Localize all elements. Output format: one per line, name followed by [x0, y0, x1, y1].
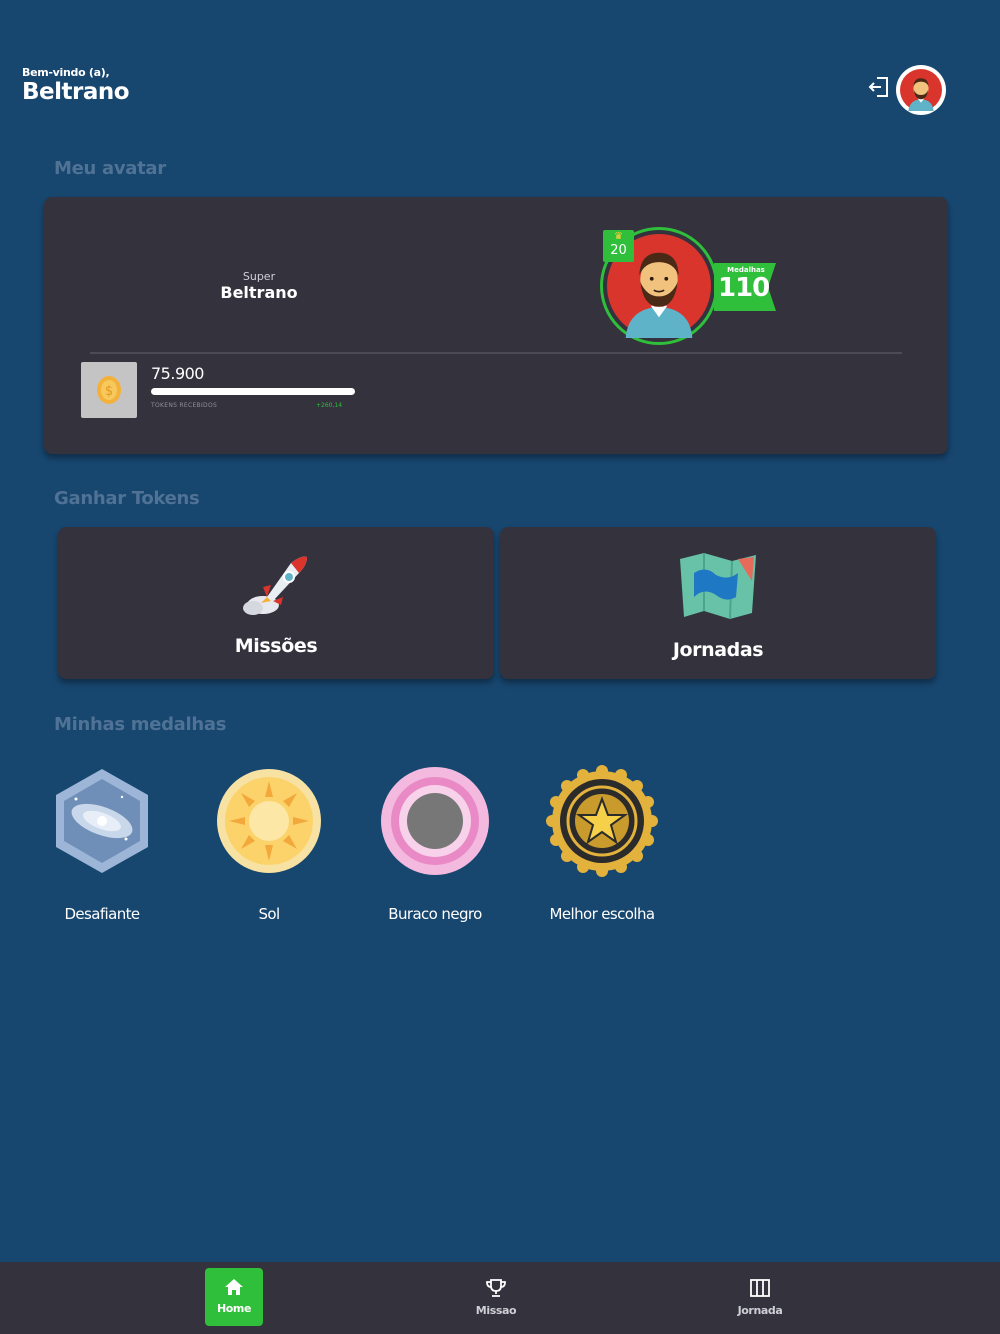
bottom-nav: Home Missao Jornada	[0, 1262, 1000, 1334]
avatar-title-label: Super	[242, 270, 276, 283]
greeting-text: Bem-vindo (a),	[22, 66, 110, 79]
star-medal-icon	[546, 765, 658, 877]
medal-desafiante[interactable]: Desafiante	[37, 765, 167, 923]
avatar-title-block: Super Beltrano	[220, 270, 298, 302]
medals-count-ribbon: Medalhas 110	[714, 263, 776, 313]
svg-text:$: $	[105, 384, 113, 399]
profile-avatar-button[interactable]	[896, 65, 946, 115]
medal-sol[interactable]: Sol	[204, 765, 334, 923]
nav-jornada[interactable]: Jornada	[731, 1268, 789, 1326]
medal-label: Sol	[258, 905, 280, 923]
galaxy-medal-icon	[56, 769, 148, 873]
username-title: Beltrano	[22, 79, 130, 105]
map-icon	[676, 551, 760, 627]
sun-medal-icon	[217, 769, 321, 873]
crown-icon: ♛	[614, 231, 623, 242]
black-hole-medal-icon	[381, 767, 489, 875]
avatar-name: Beltrano	[220, 283, 298, 302]
columns-icon	[750, 1279, 770, 1297]
nav-jornada-label: Jornada	[737, 1304, 783, 1317]
token-coin-box: $	[81, 362, 137, 418]
card-divider	[90, 352, 902, 354]
section-title-avatar: Meu avatar	[54, 158, 166, 179]
coin-icon: $	[97, 376, 121, 404]
level-badge: ♛ 20	[603, 230, 634, 262]
medal-melhor-escolha[interactable]: Melhor escolha	[537, 765, 667, 923]
avatar-card: Super Beltrano ♛ 20 Medalhas 110 $ 75.90…	[44, 197, 948, 454]
avatar-face-icon	[900, 69, 942, 111]
medal-label: Desafiante	[64, 905, 140, 923]
tokens-value: 75.900	[151, 364, 204, 383]
header: Bem-vindo (a), Beltrano	[22, 66, 130, 105]
medals-count: 110	[718, 273, 770, 303]
nav-home[interactable]: Home	[205, 1268, 263, 1326]
section-title-medals: Minhas medalhas	[54, 714, 227, 735]
journeys-label: Jornadas	[672, 639, 764, 661]
tokens-progress-bar	[151, 388, 355, 395]
nav-missao-label: Missao	[475, 1304, 517, 1317]
nav-home-label: Home	[216, 1302, 252, 1315]
missions-card[interactable]: Missões	[58, 527, 494, 679]
trophy-icon	[486, 1279, 506, 1297]
tokens-delta: +260,14	[316, 402, 343, 409]
nav-missao[interactable]: Missao	[467, 1268, 525, 1326]
tokens-caption: TOKENS RECEBIDOS	[151, 402, 218, 409]
home-icon	[225, 1279, 243, 1295]
journeys-card[interactable]: Jornadas	[500, 527, 936, 679]
medal-label: Melhor escolha	[549, 905, 656, 923]
level-value: 20	[610, 243, 627, 258]
rocket-icon	[241, 553, 311, 621]
medal-label: Buraco negro	[388, 905, 482, 923]
medal-buraco-negro[interactable]: Buraco negro	[370, 765, 500, 923]
section-title-tokens: Ganhar Tokens	[54, 488, 200, 509]
missions-label: Missões	[234, 635, 318, 657]
logout-icon[interactable]	[866, 74, 892, 100]
